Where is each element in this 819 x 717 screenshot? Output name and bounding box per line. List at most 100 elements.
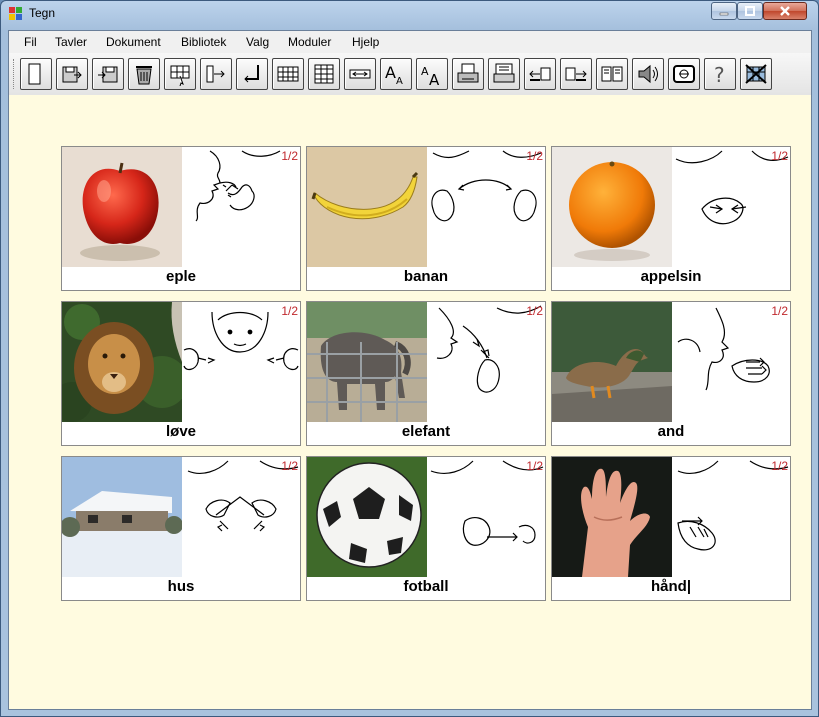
print-preview-icon [493, 63, 515, 83]
card-label: hus [167, 578, 195, 595]
page-indicator: 1/2 [526, 304, 543, 318]
client-area: Fil Tavler Dokument Bibliotek Valg Modul… [8, 30, 812, 710]
page-indicator: 1/2 [771, 149, 788, 163]
menu-valg[interactable]: Valg [246, 35, 269, 49]
print-button[interactable] [452, 58, 484, 90]
card-label: elefant [401, 423, 451, 440]
card-hus[interactable]: 1/2 hus [61, 456, 301, 601]
card-and[interactable]: 1/2 and [551, 301, 791, 446]
menu-dokument[interactable]: Dokument [106, 35, 161, 49]
card-label: fotball [403, 578, 449, 595]
maximize-icon [745, 6, 755, 16]
print-preview-button[interactable] [488, 58, 520, 90]
card-label: appelsin [640, 268, 702, 285]
svg-text:A: A [396, 76, 403, 86]
speaker-icon [638, 64, 658, 84]
card-label: hånd| [650, 578, 692, 595]
minimize-icon [719, 12, 729, 16]
sign-drawing-and [672, 302, 790, 422]
move-right-icon [565, 67, 587, 81]
move-right-button[interactable] [560, 58, 592, 90]
resize-icon [349, 69, 371, 79]
photo-orange [552, 147, 672, 267]
photo-football [307, 457, 427, 577]
page-indicator: 1/2 [281, 459, 298, 473]
resize-button[interactable] [344, 58, 376, 90]
new-document-button[interactable] [20, 58, 52, 90]
photo-house [62, 457, 182, 577]
table-props-button[interactable] [308, 58, 340, 90]
image-button[interactable] [668, 58, 700, 90]
insert-before-button[interactable] [200, 58, 232, 90]
sign-drawing-hus [182, 457, 300, 577]
toolbar: AA AA ? [9, 53, 811, 96]
window-title: Tegn [29, 6, 56, 20]
move-left-button[interactable] [524, 58, 556, 90]
photo-elephant [307, 302, 427, 422]
sign-drawing-appelsin [672, 147, 790, 267]
card-label: and [657, 423, 685, 440]
card-love[interactable]: 1/2 løve [61, 301, 301, 446]
save-as-button[interactable] [92, 58, 124, 90]
library-icon [601, 66, 623, 82]
exit-button[interactable] [740, 58, 772, 90]
svg-text:A: A [385, 63, 396, 82]
insert-after-button[interactable] [236, 58, 268, 90]
title-bar[interactable]: Tegn [1, 1, 818, 27]
save-as-icon [98, 66, 118, 83]
toolbar-grip[interactable] [13, 59, 17, 89]
page-indicator: 1/2 [281, 304, 298, 318]
delete-button[interactable] [128, 58, 160, 90]
sign-drawing-banan [427, 147, 545, 267]
page-indicator: 1/2 [771, 304, 788, 318]
sign-drawing-elefant [427, 302, 545, 422]
card-elefant[interactable]: 1/2 elefant [306, 301, 546, 446]
page-indicator: 1/2 [771, 459, 788, 473]
close-icon [780, 6, 790, 16]
photo-banana [307, 147, 427, 267]
photo-lion [62, 302, 182, 422]
menu-fil[interactable]: Fil [24, 35, 37, 49]
help-button[interactable]: ? [704, 58, 736, 90]
menu-bar: Fil Tavler Dokument Bibliotek Valg Modul… [9, 31, 811, 53]
menu-moduler[interactable]: Moduler [288, 35, 331, 49]
insert-before-icon [206, 65, 225, 83]
minimize-button[interactable] [711, 2, 737, 20]
font-size-down-icon: AA [421, 65, 440, 86]
svg-text:A: A [421, 65, 429, 78]
menu-tavler[interactable]: Tavler [55, 35, 87, 49]
font-size-up-button[interactable]: AA [380, 58, 412, 90]
photo-hand [552, 457, 672, 577]
card-hand[interactable]: 1/2 hånd| [551, 456, 791, 601]
page-indicator: 1/2 [526, 459, 543, 473]
card-label: løve [165, 423, 196, 440]
card-label: banan [403, 268, 449, 285]
card-appelsin[interactable]: 1/2 appelsin [551, 146, 791, 291]
card-banan[interactable]: 1/2 banan [306, 146, 546, 291]
photo-apple [62, 147, 182, 267]
exit-icon [745, 64, 767, 84]
menu-hjelp[interactable]: Hjelp [352, 35, 379, 49]
print-icon [457, 63, 479, 83]
page-indicator: 1/2 [281, 149, 298, 163]
library-button[interactable] [596, 58, 628, 90]
app-icon [9, 7, 23, 21]
grid-select-button[interactable] [164, 58, 196, 90]
close-button[interactable] [763, 2, 807, 20]
card-label: eple [165, 268, 196, 285]
speaker-button[interactable] [632, 58, 664, 90]
move-left-icon [529, 67, 551, 81]
image-icon [673, 65, 695, 83]
grid-select-icon [170, 65, 190, 86]
font-size-down-button[interactable]: AA [416, 58, 448, 90]
font-size-up-icon: AA [385, 63, 403, 86]
menu-bibliotek[interactable]: Bibliotek [181, 35, 226, 49]
card-eple[interactable]: 1/2 eple [61, 146, 301, 291]
maximize-button[interactable] [737, 2, 763, 20]
save-button[interactable] [56, 58, 88, 90]
new-document-icon [28, 63, 41, 85]
insert-after-icon [244, 65, 259, 83]
table-button[interactable] [272, 58, 304, 90]
card-fotball[interactable]: 1/2 fotball [306, 456, 546, 601]
symbol-board: 1/2 eple 1/2 banan 1/2 appelsin 1/2 løve… [9, 95, 811, 709]
